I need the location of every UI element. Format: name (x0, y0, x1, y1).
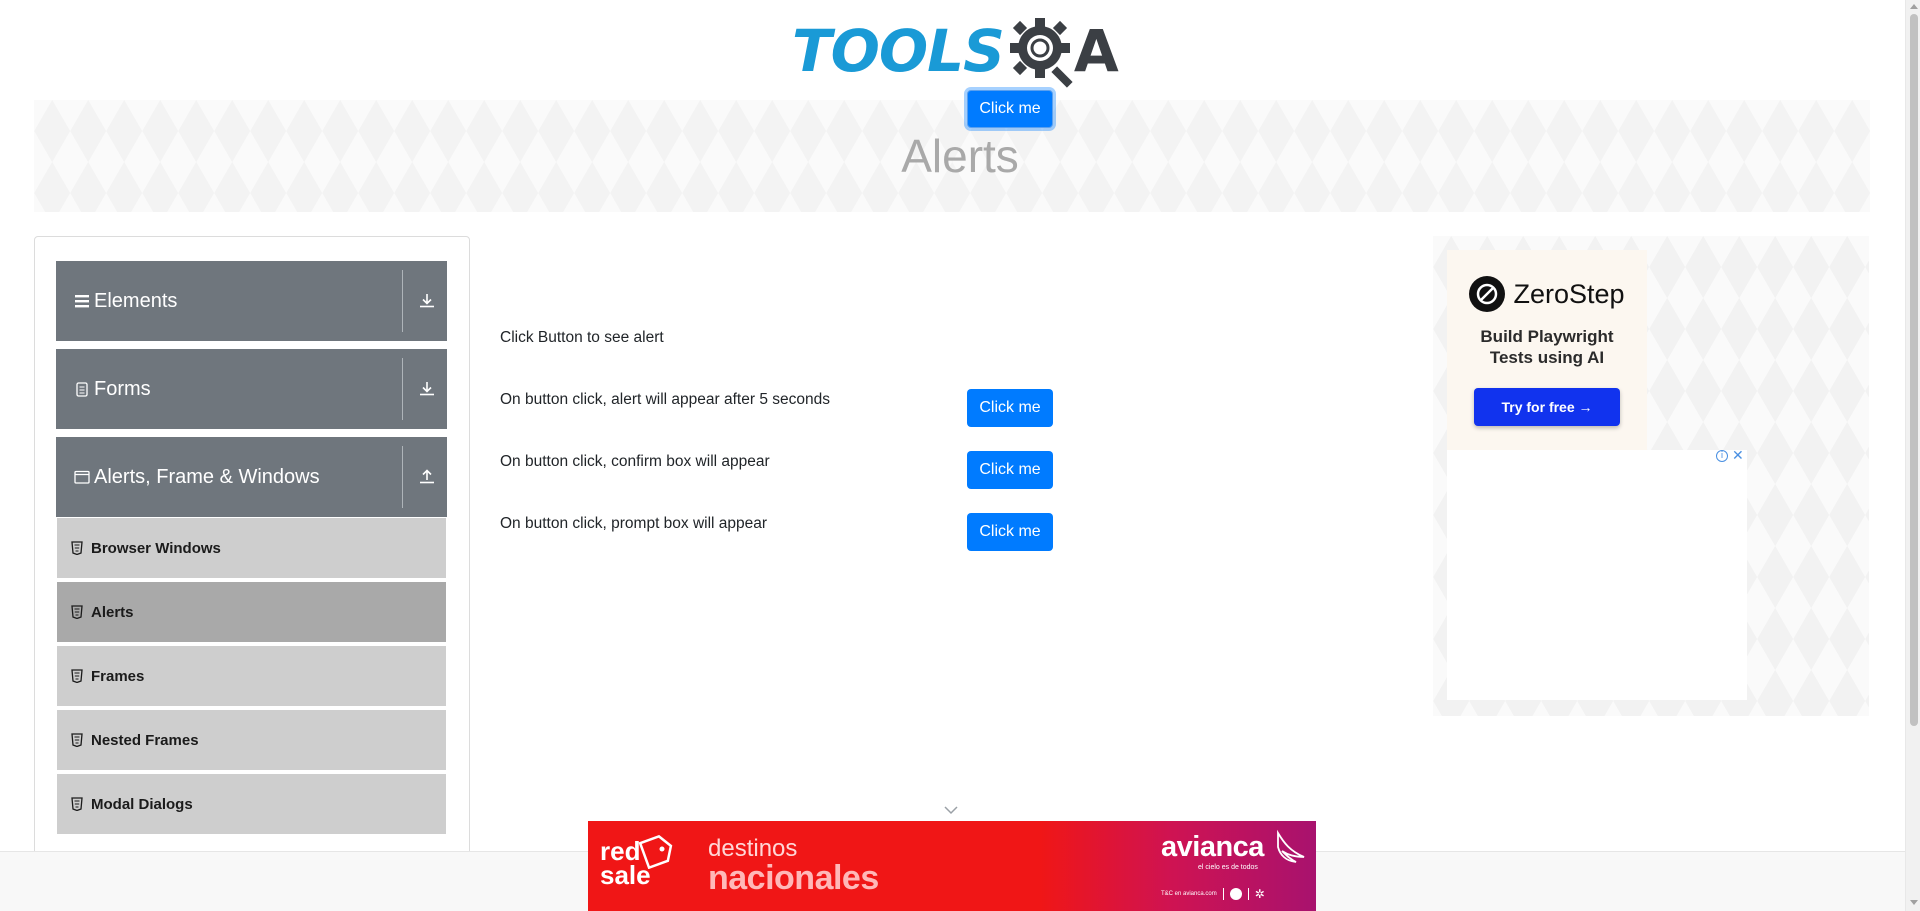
scrollbar[interactable] (1905, 0, 1920, 911)
sidebar: Elements Forms Alerts, Frame & Windows B… (34, 236, 470, 876)
zerostep-name: ZeroStep (1513, 278, 1625, 309)
scroll-thumb[interactable] (1910, 14, 1918, 726)
prompt-description: On button click, prompt box will appear (500, 515, 768, 532)
sidebar-item-frames[interactable]: Frames (57, 646, 446, 708)
zerostep-ad-card[interactable]: ZeroStep Build Playwright Tests using AI… (1447, 250, 1647, 450)
headline-line2: nacionales (708, 859, 879, 897)
logo-suffix: A (1073, 17, 1119, 85)
sidebar-group-alerts-frame-windows[interactable]: Alerts, Frame & Windows (56, 437, 447, 517)
download-icon[interactable] (418, 380, 436, 398)
bird-icon (1277, 829, 1305, 863)
sidebar-ad: ZeroStep Build Playwright Tests using AI… (1433, 236, 1869, 716)
toolsqa-logo[interactable]: TOOLS A (792, 14, 1119, 88)
divider (402, 270, 403, 332)
window-icon (74, 470, 90, 484)
zerostep-tagline: Build Playwright Tests using AI (1480, 326, 1613, 368)
ad-placeholder (1447, 450, 1747, 700)
sidebar-item-label: Modal Dialogs (91, 795, 193, 813)
scroll-up-arrow-icon[interactable] (1910, 4, 1918, 9)
divider (1247, 888, 1249, 900)
divider (402, 446, 403, 508)
ad-choices[interactable]: i ✕ (1716, 449, 1744, 463)
sidebar-group-label: Forms (94, 377, 151, 400)
sidebar-item-nested-frames[interactable]: Nested Frames (57, 710, 446, 772)
timer-alert-button[interactable]: Click me (967, 389, 1053, 427)
star-alliance-icon: ✲ (1254, 887, 1265, 901)
header: TOOLS A (0, 0, 1905, 100)
upload-icon[interactable] (418, 468, 436, 486)
partner-logo-icon (1229, 888, 1242, 900)
main-content: Click Button to see alert Click me On bu… (500, 90, 1400, 736)
sidebar-item-browser-windows[interactable]: Browser Windows (57, 518, 446, 580)
divider (402, 358, 403, 420)
scroll-down-arrow-icon[interactable] (1910, 900, 1918, 905)
html5-icon (71, 733, 83, 747)
chevron-down-icon[interactable] (943, 805, 959, 815)
info-icon[interactable]: i (1716, 450, 1728, 462)
sidebar-group-label: Alerts, Frame & Windows (94, 465, 320, 488)
zerostep-logo-icon (1469, 276, 1506, 312)
terms-text: T&C en avianca.com (1161, 891, 1217, 897)
avianca-logo: avianca (1161, 831, 1264, 863)
hamburger-icon (75, 295, 89, 308)
close-icon[interactable]: ✕ (1732, 449, 1744, 463)
zerostep-tagline-line2: Tests using AI (1489, 348, 1605, 367)
try-for-free-button[interactable]: Try for free → (1474, 388, 1620, 426)
alert-button[interactable]: Click me (967, 90, 1053, 128)
confirm-button[interactable]: Click me (967, 451, 1053, 489)
html5-icon (71, 797, 83, 811)
sidebar-item-label: Alerts (91, 603, 134, 621)
avianca-tagline: el cielo es de todos (1198, 864, 1258, 871)
zerostep-brand: ZeroStep (1469, 276, 1625, 312)
confirm-description: On button click, confirm box will appear (500, 453, 770, 470)
sidebar-group-label: Elements (94, 289, 178, 312)
logo-text: TOOLS (792, 17, 1005, 85)
sidebar-item-label: Frames (91, 667, 145, 685)
sidebar-item-label: Nested Frames (91, 731, 199, 749)
download-icon[interactable] (418, 292, 436, 310)
zerostep-tagline-line1: Build Playwright (1480, 327, 1614, 346)
bottom-banner-ad[interactable]: red sale destinos nacionales avianca el … (588, 821, 1316, 911)
form-icon (76, 382, 88, 397)
alert-description: Click Button to see alert (500, 329, 664, 346)
html5-icon (71, 669, 83, 683)
prompt-button[interactable]: Click me (967, 513, 1053, 551)
divider (1222, 888, 1224, 900)
page-banner: Alerts (34, 100, 1870, 212)
sidebar-group-forms[interactable]: Forms (56, 349, 447, 429)
html5-icon (71, 541, 83, 555)
sidebar-group-elements[interactable]: Elements (56, 261, 447, 341)
html5-icon (71, 605, 83, 619)
sidebar-item-label: Browser Windows (91, 539, 221, 557)
price-tag-icon (638, 835, 673, 869)
page: TOOLS A Alerts Elements Forms Alerts, Fr… (0, 0, 1920, 911)
page-title: Alerts (901, 130, 1019, 182)
gear-magnifier-icon (1009, 18, 1073, 88)
sidebar-item-modal-dialogs[interactable]: Modal Dialogs (57, 774, 446, 836)
terms-line: T&C en avianca.com ✲ (1161, 887, 1265, 901)
alert-row: Click Button to see alert Click me (500, 90, 1100, 368)
sidebar-item-alerts[interactable]: Alerts (57, 582, 446, 644)
timer-alert-description: On button click, alert will appear after… (500, 391, 830, 408)
